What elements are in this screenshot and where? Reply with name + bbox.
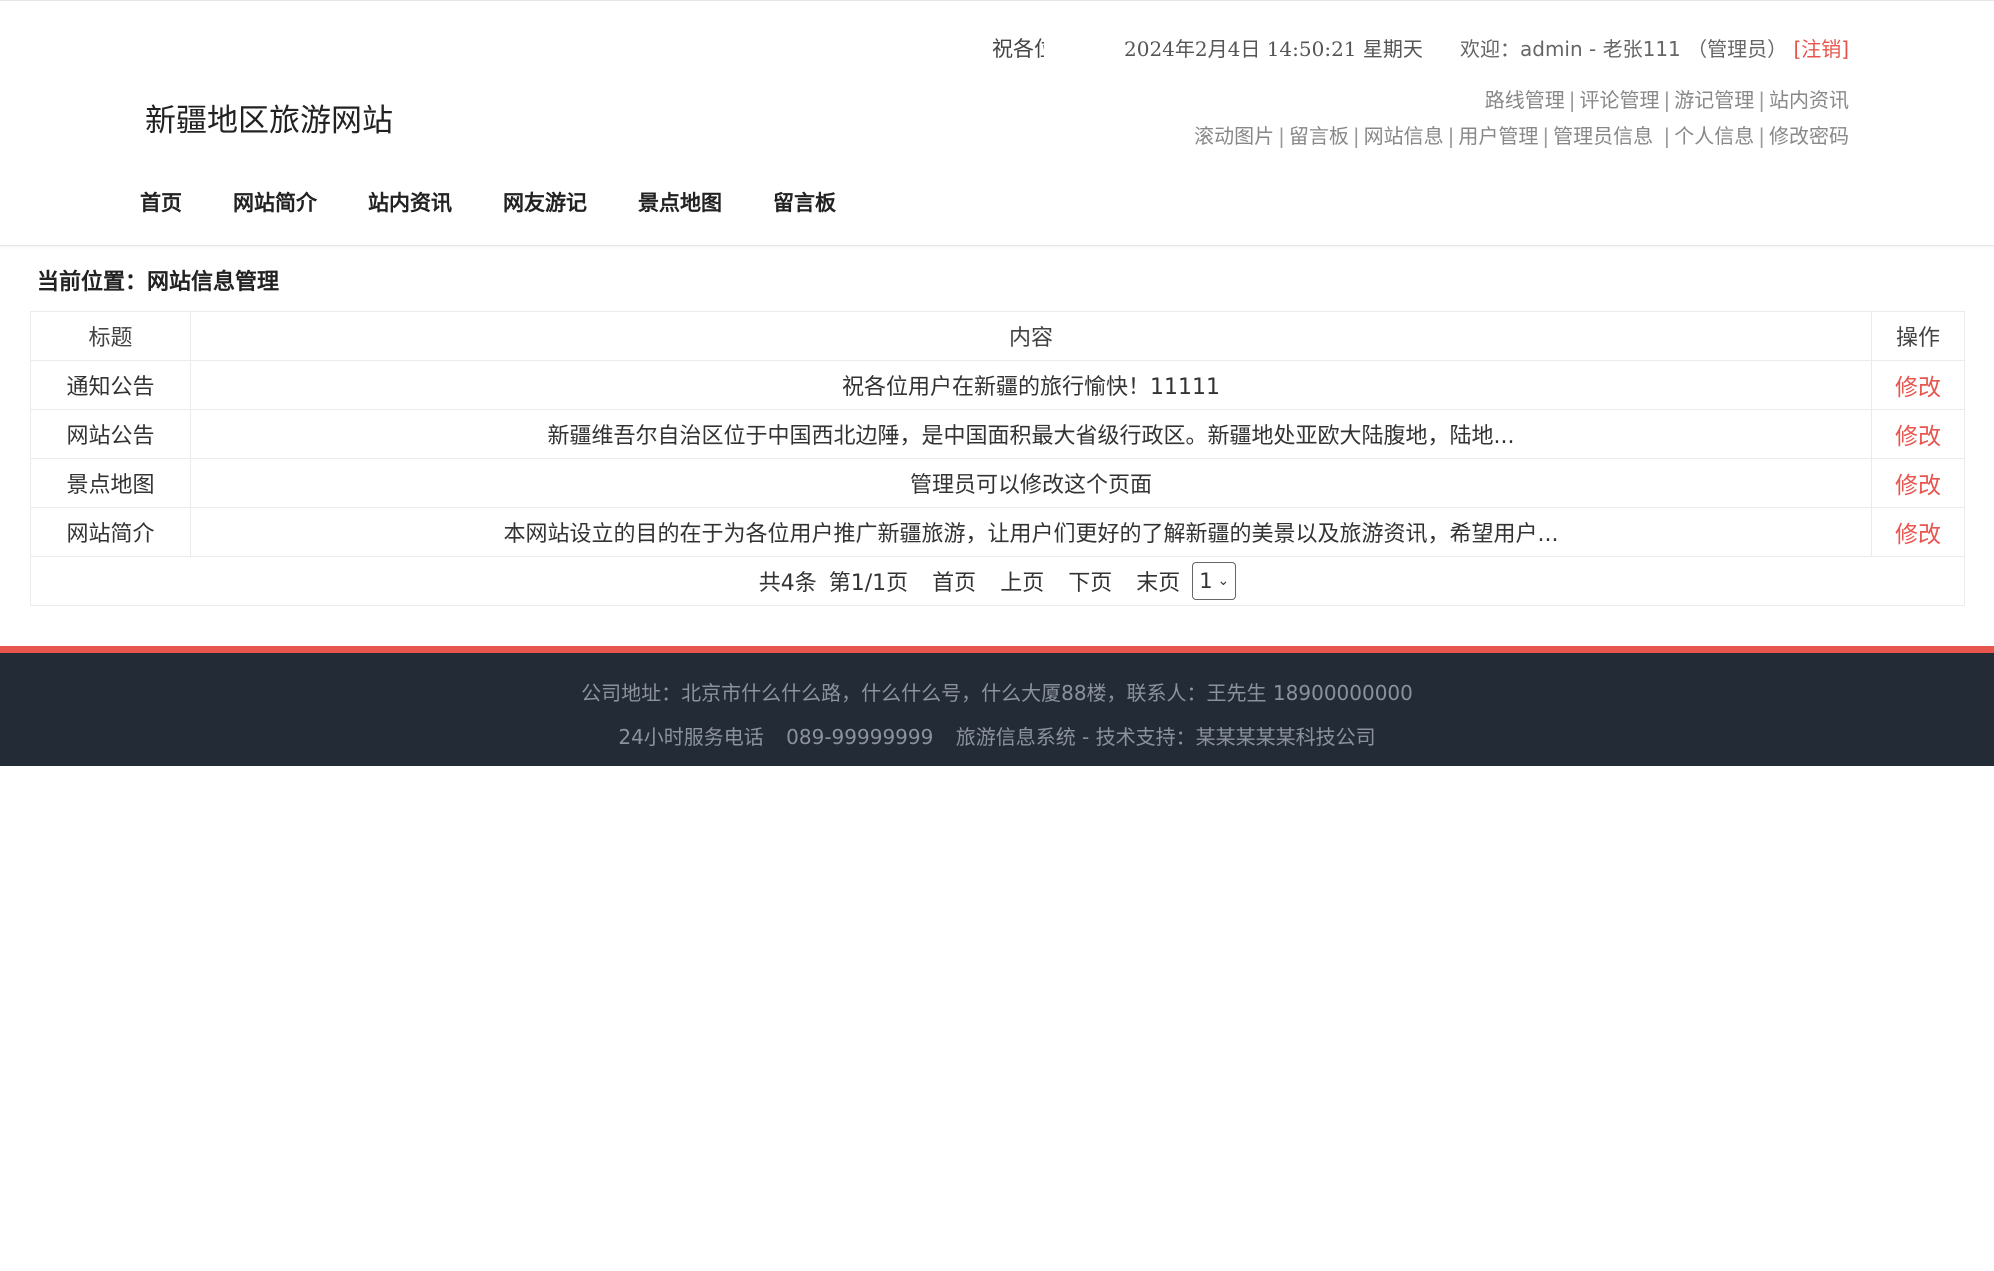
admin-links-row2: 滚动图片 | 留言板 | 网站信息 | 用户管理 | 管理员信息 | 个人信息 | 修改密码 — [1194, 120, 1849, 149]
separator: | — [1657, 124, 1671, 148]
table-row: 景点地图 管理员可以修改这个页面 修改 — [30, 458, 1965, 508]
page-info: 第1/1页 — [828, 571, 909, 596]
nav-item-message-board[interactable]: 留言板 — [773, 187, 836, 217]
first-page-link[interactable]: 首页 — [932, 565, 976, 597]
total-count: 共4条 — [758, 571, 817, 596]
column-header-action: 操作 — [1871, 311, 1965, 361]
separator: | — [1758, 124, 1765, 148]
nav-item-home[interactable]: 首页 — [140, 187, 182, 217]
admin-link-site-info[interactable]: 网站信息 — [1364, 124, 1444, 148]
current-datetime: 2024年2月4日 14:50:21 星期天 — [1124, 37, 1423, 61]
separator: | — [1447, 124, 1455, 148]
edit-link[interactable]: 修改 — [1895, 473, 1941, 499]
footer: 公司地址：北京市什么什么路，什么什么号，什么大厦88楼，联系人：王先生 1890… — [0, 646, 1994, 766]
edit-link[interactable]: 修改 — [1895, 375, 1941, 401]
page-select[interactable]: 1 ⌄ — [1192, 562, 1237, 600]
admin-link-admin-info[interactable]: 管理员信息 — [1553, 124, 1653, 148]
main-nav: 首页 网站简介 站内资讯 网友游记 景点地图 留言板 — [140, 187, 887, 217]
nav-item-travelogues[interactable]: 网友游记 — [503, 187, 587, 217]
breadcrumb: 当前位置：网站信息管理 — [37, 270, 280, 295]
nav-item-scenic-map[interactable]: 景点地图 — [638, 187, 722, 217]
table-row: 网站简介 本网站设立的目的在于为各位用户推广新疆旅游，让用户们更好的了解新疆的美… — [30, 507, 1965, 557]
pagination: 共4条 第1/1页 首页 上页 下页 末页 1 ⌄ — [758, 562, 1237, 600]
page-select-value: 1 — [1199, 569, 1213, 593]
table-row: 网站公告 新疆维吾尔自治区位于中国西北边陲，是中国面积最大省级行政区。新疆地处亚… — [30, 409, 1965, 459]
separator: | — [1542, 124, 1550, 148]
separator: | — [1278, 124, 1285, 148]
admin-link-carousel-images[interactable]: 滚动图片 — [1194, 124, 1274, 148]
separator: | — [1758, 88, 1765, 112]
logout-link[interactable]: [注销] — [1794, 37, 1850, 61]
nav-item-site-intro[interactable]: 网站简介 — [233, 187, 317, 217]
header: 新疆地区旅游网站 祝各位用户在新疆的旅行愉快！11111 2024年2月4日 1… — [0, 0, 1994, 246]
row-content: 本网站设立的目的在于为各位用户推广新疆旅游，让用户们更好的了解新疆的美景以及旅游… — [190, 507, 1872, 557]
row-action-cell: 修改 — [1871, 458, 1965, 508]
row-content: 祝各位用户在新疆的旅行愉快！11111 — [190, 360, 1872, 410]
footer-hotline: 089-99999999 — [786, 725, 934, 749]
pagination-cell: 共4条 第1/1页 首页 上页 下页 末页 1 ⌄ — [30, 556, 1965, 606]
next-page-link[interactable]: 下页 — [1068, 565, 1112, 597]
page: 新疆地区旅游网站 祝各位用户在新疆的旅行愉快！11111 2024年2月4日 1… — [0, 0, 1994, 1271]
admin-link-user-management[interactable]: 用户管理 — [1458, 124, 1538, 148]
row-title: 网站简介 — [30, 507, 191, 557]
chevron-down-icon: ⌄ — [1217, 573, 1230, 589]
row-title: 通知公告 — [30, 360, 191, 410]
admin-link-message-board[interactable]: 留言板 — [1289, 124, 1349, 148]
user-role: （管理员） — [1687, 37, 1788, 61]
column-header-title: 标题 — [30, 311, 191, 361]
admin-link-personal-info[interactable]: 个人信息 — [1674, 124, 1754, 148]
row-action-cell: 修改 — [1871, 507, 1965, 557]
admin-link-travelogue-management[interactable]: 游记管理 — [1674, 88, 1754, 112]
welcome-label: 欢迎： — [1460, 37, 1520, 61]
admin-link-route-management[interactable]: 路线管理 — [1485, 88, 1565, 112]
welcome-bar: 欢迎：admin - 老张111 （管理员） [注销] — [1460, 33, 1849, 62]
edit-link[interactable]: 修改 — [1895, 424, 1941, 450]
site-title[interactable]: 新疆地区旅游网站 — [145, 95, 393, 140]
footer-hotline-label: 24小时服务电话 — [618, 725, 764, 749]
table-header-row: 标题 内容 操作 — [30, 311, 1965, 361]
marquee-notice: 祝各位用户在新疆的旅行愉快！11111 — [992, 37, 1044, 61]
row-title: 景点地图 — [30, 458, 191, 508]
pagination-row: 共4条 第1/1页 首页 上页 下页 末页 1 ⌄ — [30, 556, 1965, 606]
separator: | — [1568, 88, 1576, 112]
current-username: admin - 老张111 — [1520, 37, 1681, 61]
last-page-link[interactable]: 末页 — [1136, 565, 1180, 597]
row-action-cell: 修改 — [1871, 409, 1965, 459]
row-content: 管理员可以修改这个页面 — [190, 458, 1872, 508]
admin-links-row1: 路线管理 | 评论管理 | 游记管理 | 站内资讯 — [1485, 84, 1849, 113]
edit-link[interactable]: 修改 — [1895, 522, 1941, 548]
admin-link-change-password[interactable]: 修改密码 — [1769, 124, 1849, 148]
separator: | — [1663, 88, 1671, 112]
row-title: 网站公告 — [30, 409, 191, 459]
prev-page-link[interactable]: 上页 — [1000, 565, 1044, 597]
admin-link-comment-management[interactable]: 评论管理 — [1580, 88, 1660, 112]
admin-link-site-news[interactable]: 站内资讯 — [1769, 88, 1849, 112]
row-action-cell: 修改 — [1871, 360, 1965, 410]
nav-item-site-news[interactable]: 站内资讯 — [368, 187, 452, 217]
footer-address: 公司地址：北京市什么什么路，什么什么号，什么大厦88楼，联系人：王先生 1890… — [581, 681, 1413, 705]
row-content: 新疆维吾尔自治区位于中国西北边陲，是中国面积最大省级行政区。新疆地处亚欧大陆腹地… — [190, 409, 1872, 459]
footer-contact: 24小时服务电话 089-99999999 旅游信息系统 - 技术支持：某某某某… — [0, 721, 1994, 750]
column-header-content: 内容 — [190, 311, 1872, 361]
site-info-table: 标题 内容 操作 通知公告 祝各位用户在新疆的旅行愉快！11111 修改 网站公… — [30, 311, 1965, 606]
separator: | — [1352, 124, 1360, 148]
footer-support: 旅游信息系统 - 技术支持：某某某某某科技公司 — [955, 725, 1376, 749]
table-row: 通知公告 祝各位用户在新疆的旅行愉快！11111 修改 — [30, 360, 1965, 410]
